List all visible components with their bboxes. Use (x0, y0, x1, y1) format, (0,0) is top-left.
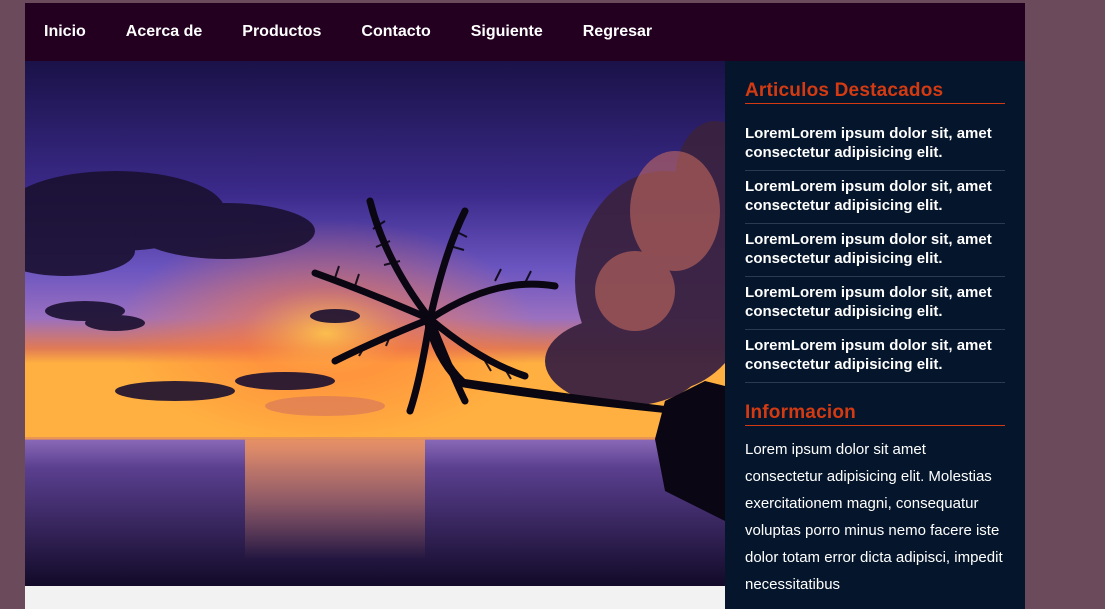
list-item: LoremLorem ipsum dolor sit, amet consect… (745, 171, 1005, 224)
main-content: Articulos Destacados LoremLorem ipsum do… (25, 61, 1025, 609)
nav-contacto[interactable]: Contacto (361, 23, 430, 41)
info-title: Informacion (745, 401, 1005, 426)
nav-inicio[interactable]: Inicio (44, 23, 86, 41)
page-container: Inicio Acerca de Productos Contacto Sigu… (25, 3, 1025, 609)
list-item: LoremLorem ipsum dolor sit, amet consect… (745, 224, 1005, 277)
sunset-palm-image (25, 61, 725, 586)
featured-article-link[interactable]: LoremLorem ipsum dolor sit, amet consect… (745, 177, 1005, 215)
list-item: LoremLorem ipsum dolor sit, amet consect… (745, 330, 1005, 383)
nav-siguiente[interactable]: Siguiente (471, 23, 543, 41)
featured-articles-title: Articulos Destacados (745, 79, 1005, 104)
top-nav: Inicio Acerca de Productos Contacto Sigu… (25, 3, 1025, 61)
info-text: Lorem ipsum dolor sit amet consectetur a… (745, 441, 1003, 593)
nav-acerca-de[interactable]: Acerca de (126, 23, 203, 41)
nav-regresar[interactable]: Regresar (583, 23, 652, 41)
hero-image (25, 61, 725, 586)
list-item: LoremLorem ipsum dolor sit, amet consect… (745, 277, 1005, 330)
featured-article-link[interactable]: LoremLorem ipsum dolor sit, amet consect… (745, 124, 1005, 162)
featured-article-link[interactable]: LoremLorem ipsum dolor sit, amet consect… (745, 283, 1005, 321)
featured-article-link[interactable]: LoremLorem ipsum dolor sit, amet consect… (745, 336, 1005, 374)
nav-productos[interactable]: Productos (242, 23, 321, 41)
sidebar: Articulos Destacados LoremLorem ipsum do… (725, 61, 1025, 609)
featured-articles-list: LoremLorem ipsum dolor sit, amet consect… (745, 118, 1005, 383)
list-item: LoremLorem ipsum dolor sit, amet consect… (745, 118, 1005, 171)
featured-article-link[interactable]: LoremLorem ipsum dolor sit, amet consect… (745, 230, 1005, 268)
